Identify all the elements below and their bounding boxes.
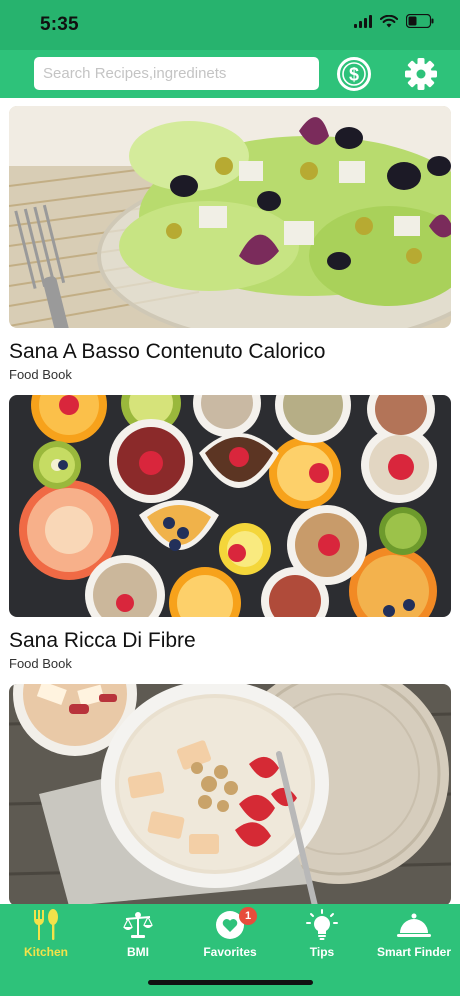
tab-label: Tips: [309, 945, 335, 959]
utensils-icon: [34, 909, 58, 940]
recipe-card[interactable]: Sana Ricca Di Fibre Food Book: [9, 395, 451, 672]
gear-icon: [405, 58, 437, 90]
favorites-count-badge: 1: [239, 907, 257, 925]
tab-label: Kitchen: [23, 945, 68, 959]
recipe-source: Food Book: [9, 656, 72, 671]
signal-icon: [354, 14, 372, 28]
recipe-title: Sana A Basso Contenuto Calorico: [9, 340, 326, 363]
tab-kitchen[interactable]: Kitchen: [0, 904, 92, 970]
home-indicator: [148, 980, 313, 985]
cloche-icon: [397, 913, 431, 937]
tab-label: BMI: [127, 945, 149, 959]
tab-tips[interactable]: Tips: [276, 904, 368, 970]
recipe-card[interactable]: Sana A Basso Contenuto Calorico Food Boo…: [9, 106, 451, 383]
search-input[interactable]: [34, 57, 319, 90]
fruit-and-grains-bowls-photo: [9, 395, 451, 617]
svg-text:$: $: [349, 65, 359, 85]
status-time: 5:35: [40, 14, 79, 35]
lightbulb-icon: [306, 909, 338, 940]
tab-label: Smart Finder: [376, 945, 451, 959]
recipe-card[interactable]: [9, 684, 451, 904]
recipe-feed[interactable]: Sana A Basso Contenuto Calorico Food Boo…: [0, 98, 460, 904]
premium-coin-button[interactable]: $: [336, 56, 372, 92]
wifi-icon: [380, 14, 398, 27]
battery-icon: [406, 14, 434, 28]
dollar-coin-icon: $: [337, 57, 371, 91]
app-header: $: [0, 50, 460, 98]
tab-favorites[interactable]: 1 Favorites: [184, 904, 276, 970]
tab-bar: Kitchen BMI 1 Favorites Tips Smart Finde…: [0, 904, 460, 996]
settings-button[interactable]: [403, 56, 439, 92]
scale-icon: [123, 912, 153, 938]
recipe-title: Sana Ricca Di Fibre: [9, 629, 196, 652]
oatmeal-bowl-photo: [9, 684, 451, 904]
status-icons: [354, 14, 434, 28]
tab-label: Favorites: [203, 945, 257, 959]
recipe-source: Food Book: [9, 367, 72, 382]
tab-smart-finder[interactable]: Smart Finder: [368, 904, 460, 970]
salad-bowl-photo: [9, 106, 451, 328]
status-bar: 5:35: [0, 0, 460, 50]
tab-bmi[interactable]: BMI: [92, 904, 184, 970]
